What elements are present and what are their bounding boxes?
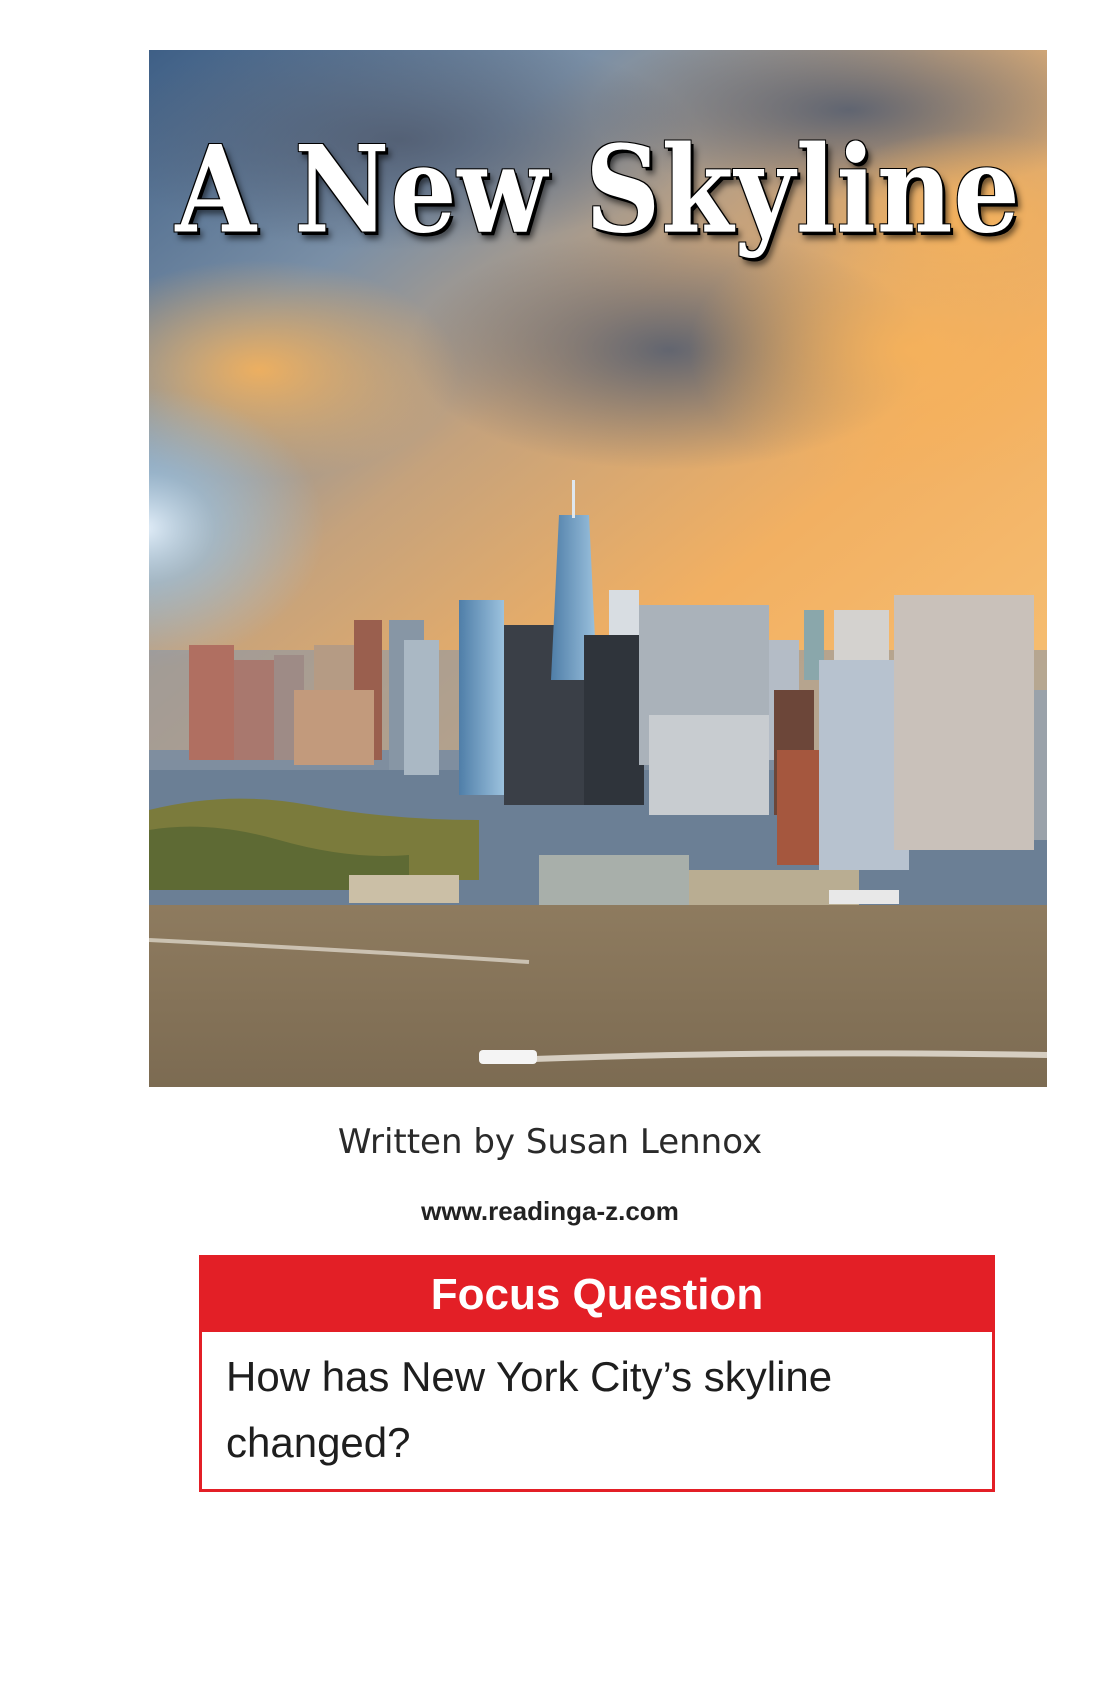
focus-question-box: Focus Question How has New York City’s s… (199, 1255, 995, 1492)
cover-image: A New Skyline (149, 50, 1047, 1087)
focus-question-header: Focus Question (202, 1258, 992, 1332)
website-link[interactable]: www.readinga-z.com (0, 1196, 1100, 1227)
author-credit: Written by Susan Lennox (337, 1122, 763, 1162)
focus-question-text: How has New York City’s skyline changed? (226, 1353, 833, 1466)
book-title: A New Skyline (175, 118, 1021, 261)
